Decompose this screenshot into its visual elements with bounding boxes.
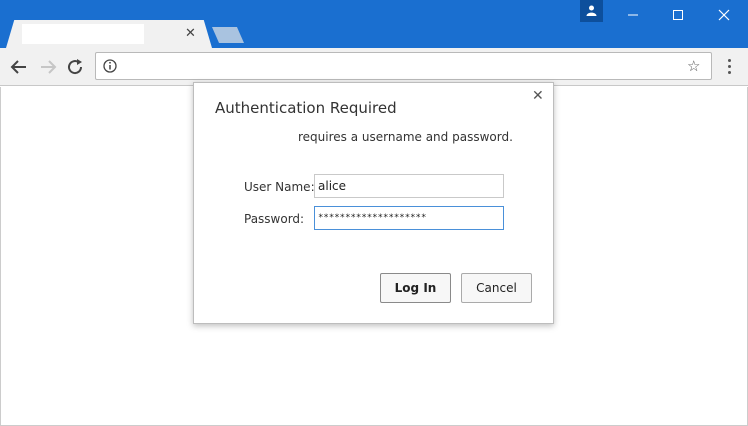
username-label: User Name: [244,180,315,194]
new-tab-button[interactable] [212,27,244,43]
maximize-icon[interactable] [667,4,689,26]
dialog-message: requires a username and password. [298,130,513,144]
window-close-icon[interactable] [713,4,735,26]
tab-title [22,24,144,44]
cancel-button[interactable]: Cancel [461,273,532,303]
profile-icon[interactable] [580,0,603,22]
password-label: Password: [244,212,305,226]
back-arrow-icon[interactable] [9,58,29,76]
tab-close-icon[interactable]: ✕ [185,26,196,42]
password-input[interactable] [314,206,504,230]
dialog-host [208,128,296,146]
address-bar[interactable]: ☆ [95,52,712,80]
dialog-close-icon[interactable]: ✕ [532,89,544,103]
auth-dialog: Authentication Required ✕ requires a use… [193,82,554,324]
username-input[interactable] [314,174,504,198]
forward-arrow-icon[interactable] [38,58,58,76]
login-button[interactable]: Log In [380,273,451,303]
minimize-icon[interactable] [622,4,644,26]
browser-toolbar: ☆ [0,48,748,86]
reload-icon[interactable] [66,58,86,76]
dialog-title: Authentication Required [215,99,397,117]
browser-titlebar: ✕ [0,0,748,48]
browser-menu-icon[interactable] [722,58,736,76]
info-icon[interactable] [103,59,117,73]
bookmark-star-icon[interactable]: ☆ [687,58,700,74]
